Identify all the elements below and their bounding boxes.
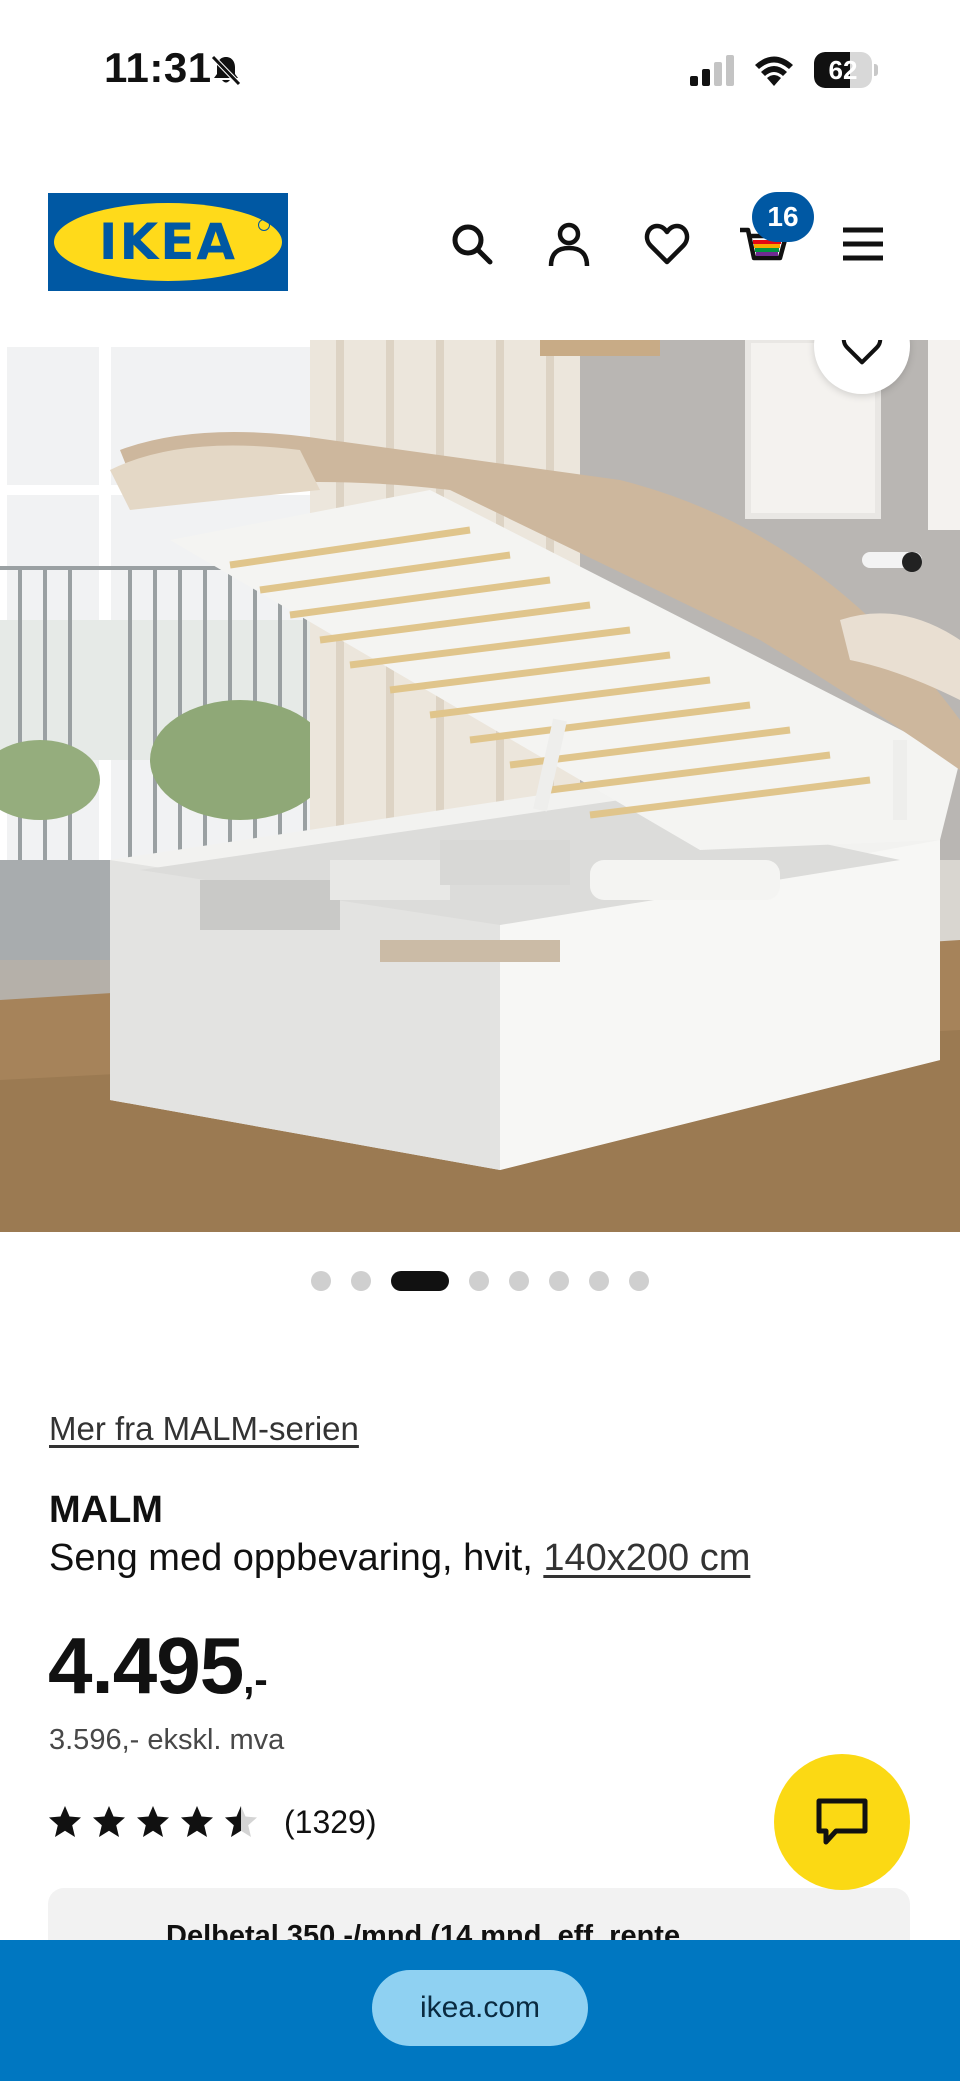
carousel-dot[interactable] bbox=[469, 1271, 489, 1291]
battery-percent: 62 bbox=[828, 55, 858, 85]
product-name: MALM bbox=[49, 1489, 163, 1531]
ikea-logo[interactable]: IKEA bbox=[48, 193, 288, 291]
star-icon bbox=[181, 1806, 213, 1837]
carousel-dot[interactable] bbox=[391, 1271, 449, 1291]
browser-address-bar: ikea.com bbox=[0, 1940, 960, 2081]
site-header: IKEA 16 bbox=[0, 170, 960, 320]
battery-icon: 62 bbox=[814, 52, 878, 88]
star-icon bbox=[93, 1806, 125, 1837]
url-field[interactable]: ikea.com bbox=[372, 1970, 588, 2046]
size-link[interactable]: 140x200 cm bbox=[543, 1537, 750, 1579]
price-amount: 4.495 bbox=[48, 1621, 244, 1710]
bell-muted-icon bbox=[211, 55, 241, 86]
carousel-dot[interactable] bbox=[549, 1271, 569, 1291]
cellular-signal-icon bbox=[690, 55, 734, 86]
carousel-dot[interactable] bbox=[629, 1271, 649, 1291]
rating-stars bbox=[48, 1805, 258, 1839]
price-suffix: ,- bbox=[243, 1658, 268, 1702]
price: 4.495,- bbox=[48, 1620, 268, 1712]
review-count[interactable]: (1329) bbox=[284, 1804, 377, 1841]
carousel-dot[interactable] bbox=[351, 1271, 371, 1291]
heart-icon bbox=[841, 340, 883, 365]
menu-icon[interactable] bbox=[839, 220, 887, 268]
price-excluding-vat: 3.596,- ekskl. mva bbox=[49, 1724, 285, 1756]
product-description: Seng med oppbevaring, hvit, 140x200 cm bbox=[49, 1537, 750, 1580]
heart-icon[interactable] bbox=[643, 220, 691, 268]
carousel-dot[interactable] bbox=[509, 1271, 529, 1291]
product-description-text: Seng med oppbevaring, hvit, bbox=[49, 1537, 544, 1579]
chat-bubble-icon bbox=[816, 1798, 868, 1845]
status-bar: 11:31 62 bbox=[0, 0, 960, 140]
search-icon[interactable] bbox=[448, 220, 496, 268]
star-icon bbox=[49, 1806, 81, 1837]
carousel-dot[interactable] bbox=[589, 1271, 609, 1291]
carousel-dot[interactable] bbox=[311, 1271, 331, 1291]
image-carousel-indicator bbox=[0, 1270, 960, 1292]
star-icon bbox=[225, 1806, 257, 1837]
series-link[interactable]: Mer fra MALM-serien bbox=[49, 1410, 359, 1448]
product-image[interactable] bbox=[0, 340, 960, 1232]
rating[interactable]: (1329) bbox=[48, 1800, 377, 1844]
wifi-icon bbox=[755, 56, 793, 86]
logo-text: IKEA bbox=[98, 213, 238, 271]
cart-count-badge[interactable]: 16 bbox=[752, 192, 814, 242]
star-icon bbox=[137, 1806, 169, 1837]
account-icon[interactable] bbox=[545, 220, 593, 268]
chat-button[interactable] bbox=[774, 1754, 910, 1890]
status-time: 11:31 bbox=[104, 44, 212, 91]
